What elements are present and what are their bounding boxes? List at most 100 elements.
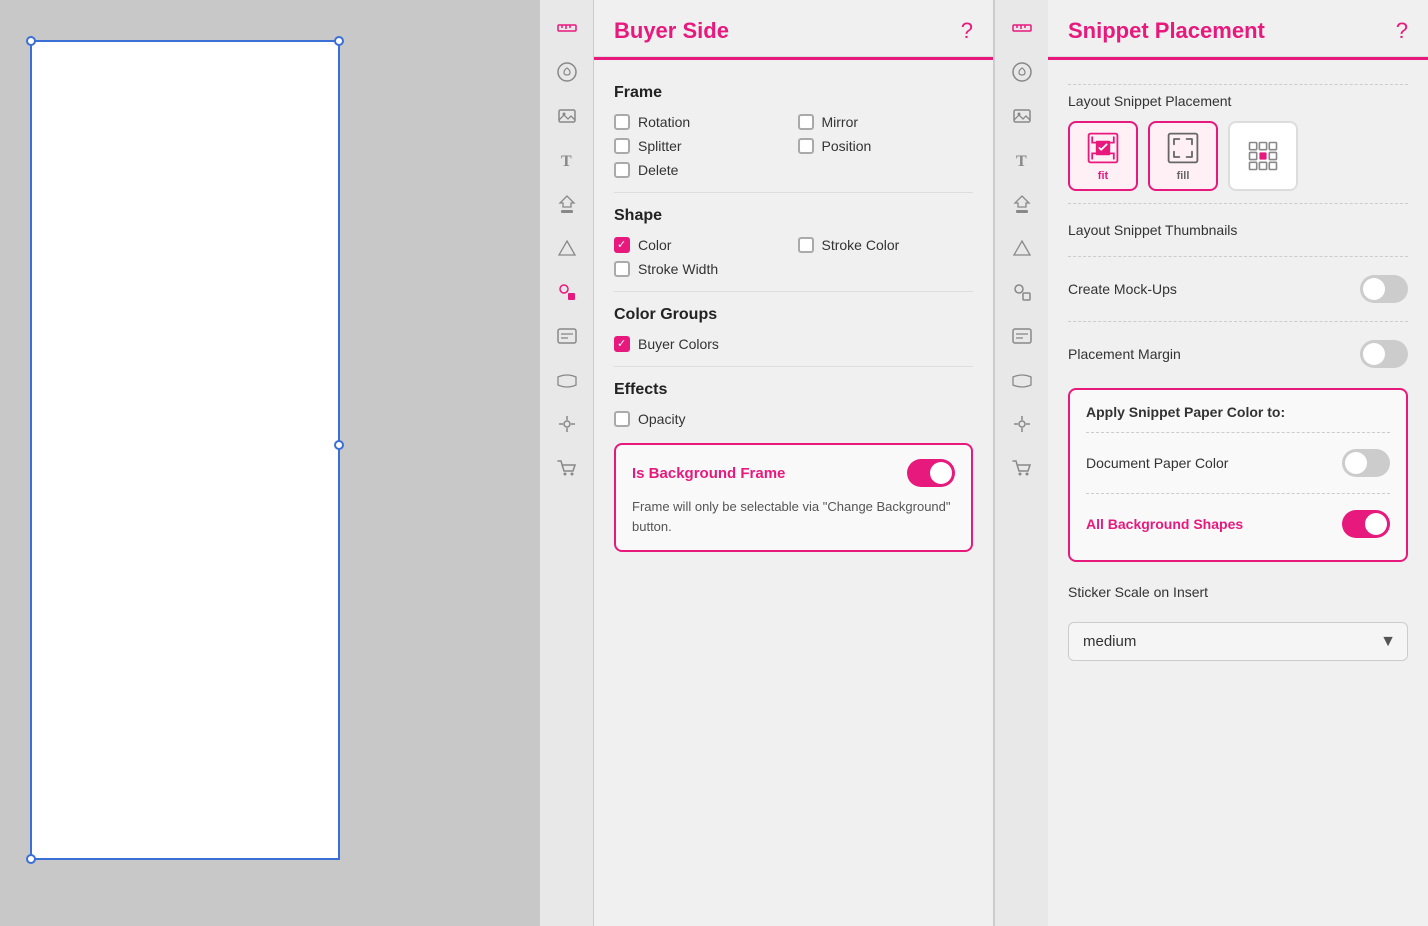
favorites-tool[interactable] xyxy=(547,52,587,92)
rotation-label: Rotation xyxy=(638,114,690,130)
frame-shape-divider xyxy=(614,192,973,193)
position-checkbox-item[interactable]: Position xyxy=(798,138,974,154)
shape-triangle-tool[interactable] xyxy=(547,228,587,268)
bg-frame-callout: Is Background Frame Frame will only be s… xyxy=(614,443,973,552)
splitter-checkbox-item[interactable]: Splitter xyxy=(614,138,790,154)
right-panorama-tool[interactable] xyxy=(1002,360,1042,400)
document-paper-color-label: Document Paper Color xyxy=(1086,455,1228,471)
card-tool[interactable] xyxy=(547,316,587,356)
shapes-tool[interactable] xyxy=(547,272,587,312)
bg-frame-label: Is Background Frame xyxy=(632,465,785,482)
callout-inner-divider xyxy=(1086,493,1390,494)
color-checkbox-item[interactable]: Color xyxy=(614,237,790,253)
panorama-tool[interactable] xyxy=(547,360,587,400)
mirror-checkbox[interactable] xyxy=(798,114,814,130)
stamp-tool[interactable] xyxy=(547,184,587,224)
frame-section-title: Frame xyxy=(614,84,973,102)
all-background-shapes-toggle[interactable] xyxy=(1342,510,1390,538)
layout-snippet-placement-label: Layout Snippet Placement xyxy=(1068,93,1408,109)
stroke-color-checkbox[interactable] xyxy=(798,237,814,253)
right-panel-content: Layout Snippet Placement fit fill xyxy=(1048,60,1428,926)
shape-colorgroups-divider xyxy=(614,291,973,292)
document-paper-color-row: Document Paper Color xyxy=(1086,441,1390,485)
resize-handle-tr[interactable] xyxy=(334,36,344,46)
position-label: Position xyxy=(822,138,872,154)
svg-text:T: T xyxy=(561,153,572,170)
stroke-width-label: Stroke Width xyxy=(638,261,718,277)
right-panel-help-icon[interactable]: ? xyxy=(1396,18,1408,44)
color-groups-checkboxes: Buyer Colors xyxy=(614,336,973,352)
right-card-tool[interactable] xyxy=(1002,316,1042,356)
stroke-width-checkbox-item[interactable]: Stroke Width xyxy=(614,261,790,277)
canvas-area xyxy=(0,0,540,926)
right-image-tool[interactable] xyxy=(1002,96,1042,136)
color-checkbox[interactable] xyxy=(614,237,630,253)
buyer-colors-checkbox-item[interactable]: Buyer Colors xyxy=(614,336,790,352)
opacity-checkbox[interactable] xyxy=(614,411,630,427)
placement-custom-button[interactable] xyxy=(1228,121,1298,191)
document-paper-color-toggle[interactable] xyxy=(1342,449,1390,477)
right-text-tool[interactable]: T xyxy=(1002,140,1042,180)
snippet-paper-callout: Apply Snippet Paper Color to: Document P… xyxy=(1068,388,1408,562)
snippet-callout-title: Apply Snippet Paper Color to: xyxy=(1086,404,1390,420)
margin-toggle[interactable] xyxy=(1360,340,1408,368)
mock-ups-toggle[interactable] xyxy=(1360,275,1408,303)
text-tool[interactable]: T xyxy=(547,140,587,180)
delete-checkbox[interactable] xyxy=(614,162,630,178)
right-cart-tool[interactable] xyxy=(1002,448,1042,488)
splitter-checkbox[interactable] xyxy=(614,138,630,154)
effects-section-title: Effects xyxy=(614,381,973,399)
right-magic-tool[interactable] xyxy=(1002,404,1042,444)
placement-thumbnails-divider xyxy=(1068,203,1408,204)
buyer-colors-checkbox[interactable] xyxy=(614,336,630,352)
margin-toggle-slider xyxy=(1360,340,1408,368)
magic-tool[interactable] xyxy=(547,404,587,444)
right-toolbar: T xyxy=(994,0,1048,926)
placement-options: fit fill xyxy=(1068,121,1408,191)
bg-frame-description: Frame will only be selectable via "Chang… xyxy=(632,497,955,536)
sticker-scale-select[interactable]: small medium large xyxy=(1068,622,1408,661)
thumbnails-mockups-divider xyxy=(1068,256,1408,257)
bg-frame-toggle[interactable] xyxy=(907,459,955,487)
snippet-placement-panel: Snippet Placement ? Layout Snippet Place… xyxy=(1048,0,1428,926)
opacity-label: Opacity xyxy=(638,411,685,427)
ruler-tool[interactable] xyxy=(547,8,587,48)
right-panel-title: Snippet Placement xyxy=(1068,18,1265,44)
stroke-width-checkbox[interactable] xyxy=(614,261,630,277)
resize-handle-tl[interactable] xyxy=(26,36,36,46)
right-triangle-tool[interactable] xyxy=(1002,228,1042,268)
opacity-checkbox-item[interactable]: Opacity xyxy=(614,411,790,427)
shape-section-title: Shape xyxy=(614,207,973,225)
image-tool[interactable] xyxy=(547,96,587,136)
panel-content: Frame Rotation Mirror Splitter Position … xyxy=(594,60,993,926)
resize-handle-mr[interactable] xyxy=(334,440,344,450)
mirror-label: Mirror xyxy=(822,114,859,130)
panel-help-icon[interactable]: ? xyxy=(961,18,973,44)
placement-margin-row: Placement Margin xyxy=(1068,330,1408,378)
mirror-checkbox-item[interactable]: Mirror xyxy=(798,114,974,130)
mock-ups-row: Create Mock-Ups xyxy=(1068,265,1408,313)
all-background-shapes-toggle-slider xyxy=(1342,510,1390,538)
colorgroups-effects-divider xyxy=(614,366,973,367)
layout-thumbnails-label: Layout Snippet Thumbnails xyxy=(1068,222,1237,238)
rotation-checkbox-item[interactable]: Rotation xyxy=(614,114,790,130)
right-ruler-tool[interactable] xyxy=(1002,8,1042,48)
rotation-checkbox[interactable] xyxy=(614,114,630,130)
placement-fit-button[interactable]: fit xyxy=(1068,121,1138,191)
cart-tool[interactable] xyxy=(547,448,587,488)
shape-checkboxes: Color Stroke Color Stroke Width xyxy=(614,237,973,277)
sticker-scale-select-wrapper: small medium large ▼ xyxy=(1068,622,1408,661)
placement-fill-button[interactable]: fill xyxy=(1148,121,1218,191)
right-stamp-tool[interactable] xyxy=(1002,184,1042,224)
svg-text:T: T xyxy=(1016,153,1027,170)
stroke-color-checkbox-item[interactable]: Stroke Color xyxy=(798,237,974,253)
right-favorites-tool[interactable] xyxy=(1002,52,1042,92)
all-background-shapes-row: All Background Shapes xyxy=(1086,502,1390,546)
right-panel-header: Snippet Placement ? xyxy=(1048,0,1428,57)
position-checkbox[interactable] xyxy=(798,138,814,154)
fill-label: fill xyxy=(1177,170,1190,182)
bg-frame-toggle-slider xyxy=(907,459,955,487)
delete-checkbox-item[interactable]: Delete xyxy=(614,162,790,178)
resize-handle-bl[interactable] xyxy=(26,854,36,864)
right-shapes-tool[interactable] xyxy=(1002,272,1042,312)
